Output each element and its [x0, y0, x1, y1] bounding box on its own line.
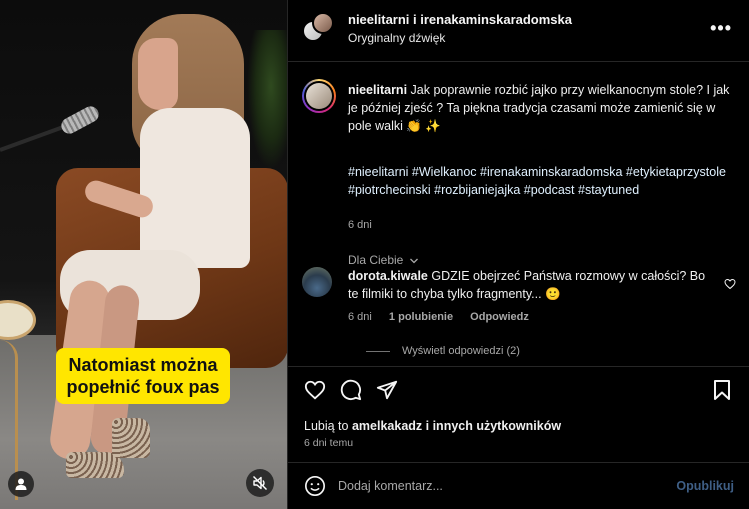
post-header: nieelitarni i irenakaminskaradomska Oryg…	[288, 0, 749, 62]
heart-icon	[304, 380, 326, 400]
comment-author[interactable]: dorota.kiwale	[348, 269, 428, 283]
microphone	[58, 103, 102, 137]
comment-button[interactable]	[340, 379, 362, 406]
post-date: 6 dni temu	[304, 437, 354, 449]
more-options-button[interactable]: •••	[710, 18, 732, 39]
replies-divider	[366, 350, 390, 352]
avatar	[306, 83, 332, 109]
avatar	[312, 12, 334, 34]
share-button[interactable]	[376, 379, 398, 406]
like-button[interactable]	[304, 379, 326, 406]
reel-video[interactable]: Natomiast można popełnić foux pas	[0, 0, 287, 509]
for-you-label: Dla Ciebie	[348, 253, 404, 267]
comment-likes[interactable]: 1 polubienie	[389, 311, 453, 323]
likes-prefix: Lubią to	[304, 419, 349, 433]
microphone-arm	[0, 124, 67, 152]
author-avatar-story-ring[interactable]	[302, 79, 336, 113]
comment-text: dorota.kiwale GDZIE obejrzeć Państwa roz…	[348, 267, 718, 303]
video-subtitle: Natomiast można popełnić foux pas	[56, 348, 230, 404]
bookmark-icon	[714, 380, 730, 400]
original-audio-link[interactable]: Oryginalny dźwięk	[348, 31, 445, 45]
heart-icon	[724, 278, 736, 290]
emoji-picker-button[interactable]	[304, 475, 326, 502]
emoji-icon	[305, 476, 325, 496]
view-replies-label: Wyświetl odpowiedzi (2)	[402, 345, 520, 357]
like-comment-button[interactable]	[724, 277, 736, 295]
subtitle-line: Natomiast można	[68, 355, 218, 375]
post-panel: nieelitarni i irenakaminskaradomska Oryg…	[287, 0, 749, 509]
user-icon	[15, 478, 27, 490]
for-you-dropdown[interactable]: Dla Ciebie	[348, 253, 419, 267]
likes-summary: Lubią to amelkakadz i innych użytkownikó…	[304, 419, 561, 433]
collab-avatars[interactable]	[302, 12, 334, 44]
comment-time: 6 dni	[348, 311, 372, 323]
subtitle-line: popełnić foux pas	[66, 377, 220, 397]
send-icon	[376, 380, 398, 400]
video-plant	[247, 30, 287, 170]
comment-composer: Opublikuj	[288, 462, 749, 509]
chevron-down-icon	[409, 258, 418, 264]
avatar[interactable]	[302, 267, 332, 297]
speaker-dress	[140, 108, 250, 268]
reply-button[interactable]: Odpowiedz	[470, 311, 529, 323]
post-authors[interactable]: nieelitarni i irenakaminskaradomska	[348, 12, 572, 27]
caption-hashtags[interactable]: #nieelitarni #Wielkanoc #irenakaminskara…	[348, 163, 736, 199]
post-actions: Lubią to amelkakadz i innych użytkownikó…	[288, 366, 749, 462]
caption-time: 6 dni	[348, 219, 372, 231]
tagged-users-button[interactable]	[8, 471, 34, 497]
view-replies-button[interactable]: Wyświetl odpowiedzi (2)	[366, 345, 520, 357]
speaker-muted-icon	[253, 476, 267, 490]
comment-input[interactable]	[338, 475, 658, 497]
caption-text: nieelitarni Jak poprawnie rozbić jajko p…	[348, 81, 736, 135]
comment-meta: 6 dni 1 polubienie Odpowiedz	[348, 311, 543, 323]
likes-others-link[interactable]: i innych użytkowników	[426, 419, 561, 433]
save-button[interactable]	[712, 379, 732, 406]
publish-comment-button[interactable]: Opublikuj	[676, 479, 734, 493]
mute-toggle-button[interactable]	[246, 469, 274, 497]
likes-user-link[interactable]: amelkakadz	[352, 419, 422, 433]
post-content: nieelitarni Jak poprawnie rozbić jajko p…	[288, 63, 749, 365]
caption-author[interactable]: nieelitarni	[348, 83, 407, 97]
comment-icon	[340, 379, 362, 401]
speaker-face	[138, 38, 178, 110]
side-table	[0, 300, 36, 340]
speaker-shoe	[112, 418, 150, 458]
